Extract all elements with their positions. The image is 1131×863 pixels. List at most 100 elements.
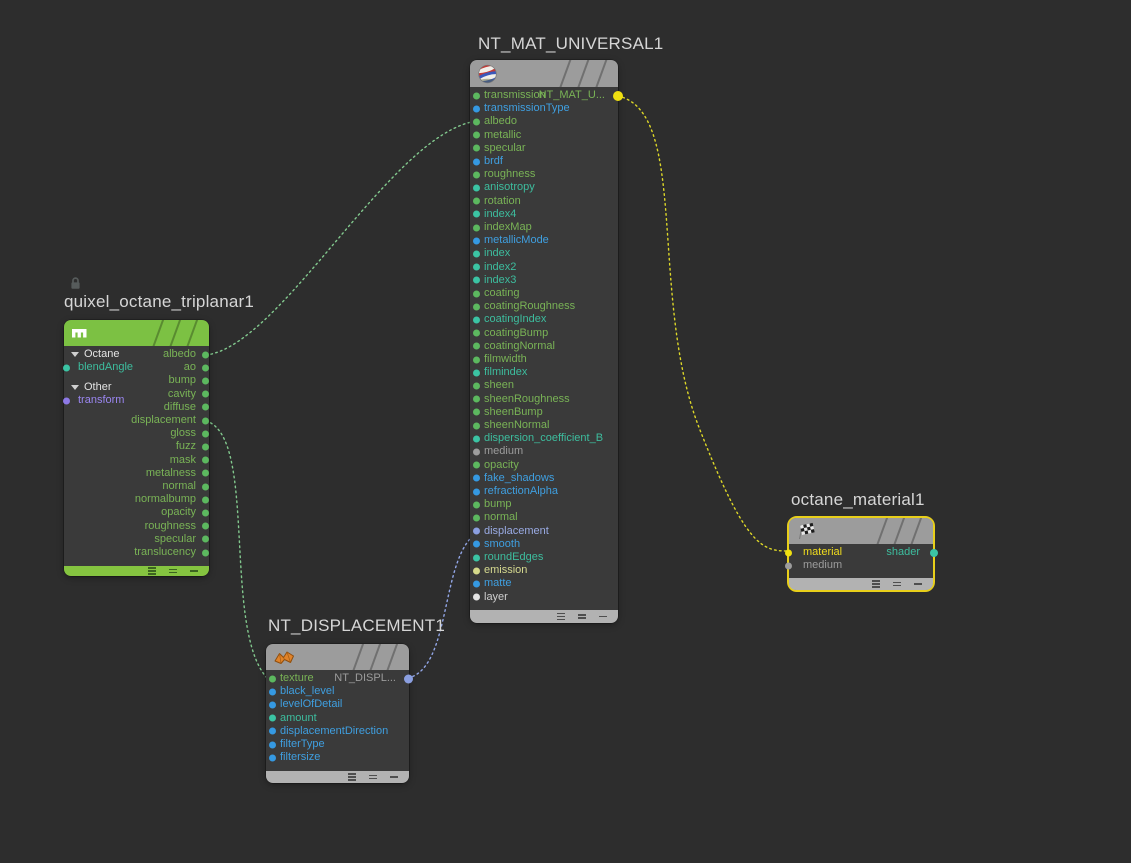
param-row: specular xyxy=(470,142,618,155)
output-connector-translucency[interactable] xyxy=(202,549,209,557)
bypass-flag-button[interactable] xyxy=(599,615,607,618)
input-connector-opacity[interactable] xyxy=(473,461,480,469)
output-connector-normalbump[interactable] xyxy=(202,496,209,504)
node-nt-mat-universal1[interactable]: transmission NT_MAT_U... transmissionType a… xyxy=(470,60,623,623)
input-connector-filtersize[interactable] xyxy=(269,754,276,762)
output-connector-bump[interactable] xyxy=(202,377,209,385)
input-connector-index4[interactable] xyxy=(473,210,480,218)
template-flag-button[interactable] xyxy=(893,581,901,587)
input-connector-layer[interactable] xyxy=(473,593,480,601)
input-connector-filmwidth[interactable] xyxy=(473,356,480,364)
output-connector-ao[interactable] xyxy=(202,364,209,372)
input-connector-coatingRoughness[interactable] xyxy=(473,303,480,311)
input-connector-filterType[interactable] xyxy=(269,741,276,749)
param-row: amount xyxy=(266,712,409,725)
input-connector-displacementDirection[interactable] xyxy=(269,727,276,735)
input-connector-black_level[interactable] xyxy=(269,688,276,696)
input-connector-roundEdges[interactable] xyxy=(473,554,480,562)
input-connector-medium[interactable] xyxy=(473,448,480,456)
param-row: metalness xyxy=(64,467,209,480)
input-connector-fake_shadows[interactable] xyxy=(473,474,480,482)
node-quixel-octane-triplanar1[interactable]: Octane blendAngle Other transform albedo ao bu… xyxy=(63,320,209,576)
param-label: roundEdges xyxy=(484,551,544,563)
template-flag-button[interactable] xyxy=(369,774,377,780)
input-connector-refractionAlpha[interactable] xyxy=(473,488,480,496)
output-connector-roughness[interactable] xyxy=(202,522,209,530)
bypass-flag-button[interactable] xyxy=(390,776,398,778)
input-connector-index[interactable] xyxy=(473,250,480,258)
node-graph-canvas[interactable]: quixel_octane_triplanar1 Octane blendAngl… xyxy=(0,0,1131,863)
input-connector-coatingNormal[interactable] xyxy=(473,342,480,350)
input-connector-coating[interactable] xyxy=(473,290,480,298)
output-connector-gloss[interactable] xyxy=(202,430,209,438)
node-octane-material1[interactable]: material shader medium xyxy=(785,516,938,592)
input-connector-brdf[interactable] xyxy=(473,158,480,166)
input-connector-sheen[interactable] xyxy=(473,382,480,390)
output-connector-normal[interactable] xyxy=(202,483,209,491)
input-connector-matte[interactable] xyxy=(473,580,480,588)
input-connector-metallicMode[interactable] xyxy=(473,237,480,245)
param-label: normal xyxy=(484,511,518,524)
input-connector-amount[interactable] xyxy=(269,714,276,722)
node-nt-displacement1[interactable]: texture NT_DISPL... black_level levelOfDeta… xyxy=(266,644,413,783)
input-connector-dispersion_coefficient_B[interactable] xyxy=(473,435,480,443)
wire-material[interactable] xyxy=(617,95,788,552)
output-connector-mask[interactable] xyxy=(202,456,209,464)
output-connector-NT_DISPLACEMENT1[interactable] xyxy=(404,674,413,684)
input-connector-index2[interactable] xyxy=(473,263,480,271)
output-connector-cavity[interactable] xyxy=(202,390,209,398)
bypass-flag-button[interactable] xyxy=(190,570,198,572)
output-connector-NT_MAT_UNIVERSAL1[interactable] xyxy=(613,90,623,101)
input-connector-medium[interactable] xyxy=(785,562,792,570)
output-connector-fuzz[interactable] xyxy=(202,443,209,451)
wire-displacement-texture[interactable] xyxy=(205,420,268,679)
info-flag-button[interactable] xyxy=(557,612,565,621)
input-connector-displacement[interactable] xyxy=(473,527,480,535)
output-connector-octane_material1[interactable] xyxy=(930,548,938,557)
output-connector-metalness[interactable] xyxy=(202,469,209,477)
bypass-flag-button[interactable] xyxy=(914,583,922,585)
template-flag-button[interactable] xyxy=(169,568,177,574)
input-connector-texture[interactable] xyxy=(269,675,276,683)
input-connector-transmission[interactable] xyxy=(473,92,480,100)
output-connector-opacity[interactable] xyxy=(202,509,209,517)
input-connector-filmindex[interactable] xyxy=(473,369,480,377)
node-title: NT_DISPLACEMENT1 xyxy=(268,616,446,635)
input-connector-sheenRoughness[interactable] xyxy=(473,395,480,403)
input-connector-bump[interactable] xyxy=(473,501,480,509)
output-connector-displacement[interactable] xyxy=(202,417,209,425)
input-connector-coatingIndex[interactable] xyxy=(473,316,480,324)
param-label: NT_MAT_U... xyxy=(538,89,605,101)
input-connector-specular[interactable] xyxy=(473,144,480,152)
info-flag-button[interactable] xyxy=(148,567,156,575)
input-connector-index3[interactable] xyxy=(473,276,480,284)
param-row: filterType xyxy=(266,738,409,751)
template-flag-button[interactable] xyxy=(578,614,586,619)
input-connector-anisotropy[interactable] xyxy=(473,184,480,192)
wire-displacement-output[interactable] xyxy=(407,532,478,679)
param-label: index2 xyxy=(484,260,517,273)
input-connector-coatingBump[interactable] xyxy=(473,329,480,337)
input-connector-indexMap[interactable] xyxy=(473,224,480,232)
input-connector-emission[interactable] xyxy=(473,567,480,575)
input-connector-albedo[interactable] xyxy=(473,118,480,126)
param-label: sheenNormal xyxy=(484,419,550,431)
input-connector-smooth[interactable] xyxy=(473,540,480,548)
input-connector-normal[interactable] xyxy=(473,514,480,522)
input-connector-sheenNormal[interactable] xyxy=(473,422,480,430)
info-flag-button[interactable] xyxy=(872,580,880,588)
input-connector-rotation[interactable] xyxy=(473,197,480,205)
input-connector-roughness[interactable] xyxy=(473,171,480,179)
output-connector-specular[interactable] xyxy=(202,535,209,543)
input-connector-sheenBump[interactable] xyxy=(473,408,480,416)
output-connector-albedo[interactable] xyxy=(202,351,209,359)
info-flag-button[interactable] xyxy=(348,773,356,781)
param-row: filmwidth xyxy=(470,353,618,366)
input-connector-material[interactable] xyxy=(785,549,792,557)
input-connector-levelOfDetail[interactable] xyxy=(269,701,276,709)
output-connector-diffuse[interactable] xyxy=(202,403,209,411)
wire-albedo[interactable] xyxy=(205,120,478,356)
input-connector-metallic[interactable] xyxy=(473,131,480,139)
input-connector-transmissionType[interactable] xyxy=(473,105,480,113)
param-label: shader xyxy=(886,546,920,558)
